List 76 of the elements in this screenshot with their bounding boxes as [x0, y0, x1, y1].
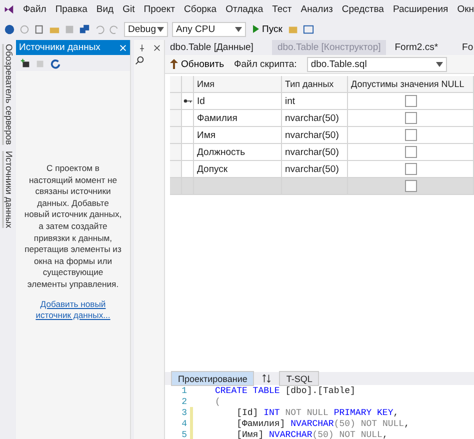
table-cell[interactable]: [194, 178, 282, 195]
code-editor[interactable]: 1 CREATE TABLE [dbo].[Table] 2 ( 3 [Id] INT NOT NULL PRIMARY KEY, 4 [Фамилия] NVARCHAR(50) NOT NULL, 5 [Имя] NVARCHAR(50) NOT NULL,: [165, 385, 474, 439]
checkbox[interactable]: [404, 95, 416, 107]
checkbox[interactable]: [404, 112, 416, 124]
column-header: Допустимы значения NULL: [348, 76, 474, 93]
script-file-dropdown[interactable]: dbo.Table.sql: [306, 56, 447, 72]
app-logo-icon: [4, 2, 14, 16]
document-tab[interactable]: dbo.Table [Данные]: [165, 40, 258, 55]
refresh-button[interactable]: Обновить: [170, 58, 224, 70]
grid-corner: [170, 76, 182, 93]
search-icon[interactable]: [134, 55, 145, 66]
caret-icon[interactable]: [157, 26, 164, 32]
add-data-source-icon[interactable]: [20, 58, 31, 68]
play-icon: [252, 25, 260, 33]
table-cell: Фамилия: [194, 110, 282, 127]
pin-icon[interactable]: [138, 44, 146, 52]
table-cell: nvarchar(50): [282, 110, 348, 127]
menu-item[interactable]: Отладка: [226, 4, 264, 14]
caret-icon[interactable]: [436, 62, 443, 66]
table-cell: Должность: [194, 144, 282, 161]
caret-icon[interactable]: [235, 26, 242, 32]
code-line: [Фамилия] NVARCHAR(50) NOT NULL,: [236, 418, 410, 428]
table-cell: int: [282, 93, 348, 110]
column-header: Тип данных: [282, 76, 348, 93]
menu-item[interactable]: Средства: [342, 4, 384, 14]
platform-dropdown[interactable]: Any CPU: [172, 22, 246, 36]
table-cell: Имя: [194, 127, 282, 144]
script-file-label: Файл скрипта:: [234, 58, 297, 70]
code-line: [Id] INT NOT NULL PRIMARY KEY,: [236, 408, 399, 418]
side-tab[interactable]: Источники данных: [2, 150, 14, 228]
menu-item[interactable]: Файл: [22, 4, 46, 14]
column-header: Имя: [194, 76, 282, 93]
menu-item[interactable]: Анализ: [300, 4, 333, 14]
swap-icon[interactable]: [262, 374, 272, 383]
menu-item[interactable]: Вид: [96, 4, 114, 14]
code-line: [Имя] NVARCHAR(50) NOT NULL,: [236, 430, 388, 439]
menu-item[interactable]: Правка: [55, 4, 88, 14]
document-tab[interactable]: Fo: [457, 40, 474, 55]
checkbox[interactable]: [404, 146, 416, 158]
menu-item[interactable]: Проект: [144, 4, 176, 14]
menu-item[interactable]: Тест: [272, 4, 292, 14]
table-cell: Допуск: [194, 161, 282, 178]
line-number: 3: [180, 408, 188, 418]
menu-item[interactable]: Сборка: [184, 4, 217, 14]
table-cell: nvarchar(50): [282, 161, 348, 178]
configuration-dropdown[interactable]: Debug: [124, 22, 168, 36]
table-cell: nvarchar(50): [282, 127, 348, 144]
table-cell: Id: [194, 93, 282, 110]
line-number: 5: [180, 430, 188, 439]
code-line: (: [215, 396, 220, 406]
row-selector[interactable]: [182, 93, 194, 110]
line-number: 2: [180, 396, 188, 406]
menu-item[interactable]: Окн: [457, 4, 474, 14]
refresh-icon[interactable]: [50, 58, 61, 68]
checkbox[interactable]: [404, 180, 416, 192]
side-tab[interactable]: Обозреватель серверов: [2, 44, 14, 145]
save-all-icon[interactable]: [79, 24, 90, 34]
panel-title: Источники данных: [19, 42, 100, 53]
empty-message: С проектом в настоящий момент не связаны источники данных. Добавьте новый источник данных, а затем создайте привязки к данным, перетащив элементы из окна на формы или существующие элементы управления.: [24, 163, 122, 291]
start-button[interactable]: Пуск: [250, 24, 284, 34]
grid-corner: [182, 76, 194, 93]
table-cell[interactable]: [282, 178, 348, 195]
checkbox[interactable]: [404, 163, 416, 175]
view-tab[interactable]: T-SQL: [279, 371, 320, 386]
line-number: 1: [180, 386, 188, 396]
code-line: CREATE TABLE [dbo].[Table]: [215, 386, 356, 396]
up-arrow-icon: [170, 59, 178, 69]
document-tab[interactable]: Form2.cs*: [390, 40, 444, 55]
close-icon[interactable]: [152, 44, 160, 52]
line-number: 4: [180, 418, 188, 428]
checkbox[interactable]: [404, 129, 416, 141]
table-cell: nvarchar(50): [282, 144, 348, 161]
menu-item[interactable]: Git: [122, 4, 135, 14]
add-data-source-link[interactable]: Добавить новый источник данных...: [26, 298, 120, 322]
menu-item[interactable]: Расширения: [392, 4, 448, 14]
view-tab[interactable]: Проектирование: [171, 371, 254, 386]
